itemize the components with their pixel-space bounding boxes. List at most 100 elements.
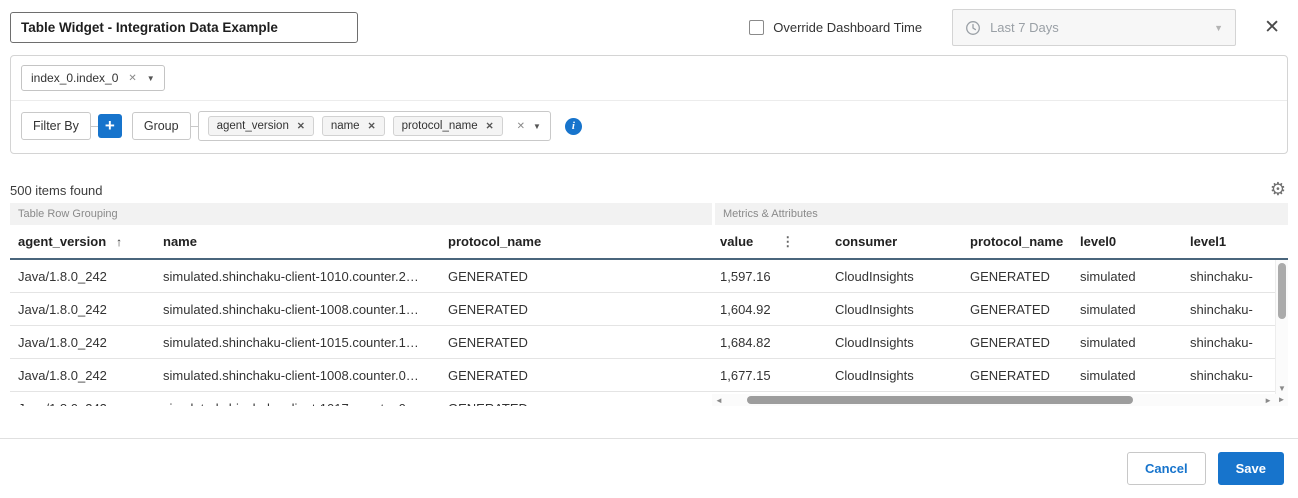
- column-header-value[interactable]: value⋮: [712, 234, 827, 250]
- sort-asc-icon[interactable]: ↑: [116, 235, 122, 249]
- scroll-right-corner-icon[interactable]: ►: [1275, 394, 1288, 406]
- horizontal-scrollbar-track[interactable]: [726, 394, 1261, 406]
- widget-title-input[interactable]: [10, 12, 358, 43]
- close-icon[interactable]: ✕: [1260, 18, 1284, 37]
- table-header-row: agent_version↑ name protocol_name value⋮…: [10, 225, 1288, 260]
- override-dashboard-time-toggle[interactable]: Override Dashboard Time: [749, 20, 922, 35]
- save-button[interactable]: Save: [1218, 452, 1284, 485]
- group-chip-label: name: [331, 120, 360, 132]
- column-header-name[interactable]: name: [155, 234, 440, 249]
- cell-level0: simulated: [1072, 293, 1182, 325]
- cell-agent-version: Java/1.8.0_242: [10, 260, 155, 292]
- cell-level1: shinchaku-: [1182, 293, 1288, 325]
- cell-name: simulated.shinchaku-client-1008.counter.…: [155, 359, 440, 391]
- cell-agent-version: Java/1.8.0_242: [10, 392, 155, 406]
- group-label: Group: [132, 112, 191, 140]
- cell-agent-version: Java/1.8.0_242: [10, 326, 155, 358]
- cell-protocol-name: GENERATED: [440, 392, 712, 406]
- cell-protocol-name-2: GENERATED: [962, 260, 1072, 292]
- column-header-level1[interactable]: level1: [1182, 234, 1288, 249]
- cell-value: 1,597.16: [712, 260, 827, 292]
- chevron-down-icon[interactable]: ▼: [147, 74, 155, 83]
- footer: Cancel Save: [0, 439, 1298, 498]
- chip-remove-icon[interactable]: ✕: [368, 121, 376, 132]
- cell-name: simulated.shinchaku-client-1017.counter.…: [155, 392, 440, 406]
- cancel-button[interactable]: Cancel: [1127, 452, 1206, 485]
- cell-name: simulated.shinchaku-client-1008.counter.…: [155, 293, 440, 325]
- table-row: Java/1.8.0_242 simulated.shinchaku-clien…: [10, 293, 1288, 326]
- results-table: Table Row Grouping Metrics & Attributes …: [10, 203, 1288, 406]
- query-panel: index_0.index_0 ✕ ▼ Filter By + Group ag…: [10, 55, 1288, 154]
- column-group-band: Table Row Grouping Metrics & Attributes: [10, 203, 1288, 225]
- horizontal-scrollbar[interactable]: ◄ ►: [712, 394, 1275, 406]
- filter-group-row: Filter By + Group agent_version ✕ name ✕…: [11, 101, 1287, 153]
- cell-name: simulated.shinchaku-client-1010.counter.…: [155, 260, 440, 292]
- cell-protocol-name-2: GENERATED: [962, 359, 1072, 391]
- cell-consumer: CloudInsights: [827, 359, 962, 391]
- cell-protocol-name: GENERATED: [440, 293, 712, 325]
- group-clear-icon[interactable]: ✕: [517, 121, 525, 132]
- dataset-selector[interactable]: index_0.index_0 ✕ ▼: [21, 65, 165, 91]
- scroll-right-icon[interactable]: ►: [1261, 396, 1275, 405]
- cell-agent-version: Java/1.8.0_242: [10, 359, 155, 391]
- table-row: Java/1.8.0_242 simulated.shinchaku-clien…: [10, 359, 1288, 392]
- group-by-selector[interactable]: agent_version ✕ name ✕ protocol_name ✕ ✕…: [198, 111, 551, 141]
- filter-by-label: Filter By: [21, 112, 91, 140]
- group-chip-protocol-name: protocol_name ✕: [393, 116, 503, 136]
- connector-line: [122, 126, 132, 127]
- kebab-menu-icon[interactable]: ⋮: [781, 234, 794, 249]
- dataset-clear-icon[interactable]: ✕: [128, 73, 136, 84]
- group-header-table-row-grouping: Table Row Grouping: [10, 203, 712, 225]
- cell-value: 1,684.82: [712, 326, 827, 358]
- dataset-selector-label: index_0.index_0: [31, 71, 118, 85]
- time-range-select[interactable]: Last 7 Days ▼: [952, 9, 1236, 46]
- cell-level1: shinchaku-: [1182, 359, 1288, 391]
- info-icon[interactable]: i: [565, 118, 582, 135]
- column-header-agent-version[interactable]: agent_version↑: [10, 234, 155, 249]
- results-row: 500 items found ⚙: [10, 180, 1286, 198]
- chip-remove-icon[interactable]: ✕: [486, 121, 494, 132]
- scroll-down-icon[interactable]: ▼: [1276, 384, 1288, 393]
- scroll-left-icon[interactable]: ◄: [712, 396, 726, 405]
- dataset-row: index_0.index_0 ✕ ▼: [11, 56, 1287, 101]
- cell-protocol-name: GENERATED: [440, 260, 712, 292]
- vertical-scrollbar[interactable]: ▼: [1275, 260, 1288, 394]
- column-header-protocol-name-2[interactable]: protocol_name: [962, 234, 1072, 249]
- cell-value: 1,604.92: [712, 293, 827, 325]
- table-body: Java/1.8.0_242 simulated.shinchaku-clien…: [10, 260, 1288, 406]
- add-filter-button[interactable]: +: [98, 114, 122, 138]
- cell-level0: simulated: [1072, 359, 1182, 391]
- cell-consumer: CloudInsights: [827, 293, 962, 325]
- group-chip-label: agent_version: [217, 120, 289, 132]
- group-chip-name: name ✕: [322, 116, 385, 136]
- group-header-metrics-attributes: Metrics & Attributes: [715, 203, 1288, 225]
- items-found-count: 500 items found: [10, 183, 103, 198]
- cell-protocol-name: GENERATED: [440, 326, 712, 358]
- cell-level0: simulated: [1072, 260, 1182, 292]
- table-row: Java/1.8.0_242 simulated.shinchaku-clien…: [10, 260, 1288, 293]
- cell-name: simulated.shinchaku-client-1015.counter.…: [155, 326, 440, 358]
- cell-consumer: CloudInsights: [827, 326, 962, 358]
- vertical-scrollbar-thumb[interactable]: [1278, 263, 1286, 319]
- cell-level0: simulated: [1072, 326, 1182, 358]
- column-header-consumer[interactable]: consumer: [827, 234, 962, 249]
- cell-protocol-name-2: GENERATED: [962, 326, 1072, 358]
- cell-value: 1,677.15: [712, 359, 827, 391]
- chevron-down-icon[interactable]: ▼: [533, 122, 541, 131]
- connector-line: [91, 126, 98, 127]
- override-checkbox-label: Override Dashboard Time: [773, 20, 922, 35]
- cell-protocol-name-2: GENERATED: [962, 293, 1072, 325]
- cell-level1: shinchaku-: [1182, 260, 1288, 292]
- override-checkbox[interactable]: [749, 20, 764, 35]
- column-header-level0[interactable]: level0: [1072, 234, 1182, 249]
- dialog-header: Override Dashboard Time Last 7 Days ▼ ✕: [0, 0, 1298, 52]
- connector-line: [191, 126, 198, 127]
- chevron-down-icon: ▼: [1214, 23, 1223, 33]
- cell-consumer: CloudInsights: [827, 260, 962, 292]
- gear-icon[interactable]: ⚙: [1270, 180, 1286, 198]
- chip-remove-icon[interactable]: ✕: [297, 121, 305, 132]
- horizontal-scrollbar-thumb[interactable]: [747, 396, 1132, 404]
- cell-agent-version: Java/1.8.0_242: [10, 293, 155, 325]
- column-header-protocol-name[interactable]: protocol_name: [440, 234, 712, 249]
- table-row: Java/1.8.0_242 simulated.shinchaku-clien…: [10, 326, 1288, 359]
